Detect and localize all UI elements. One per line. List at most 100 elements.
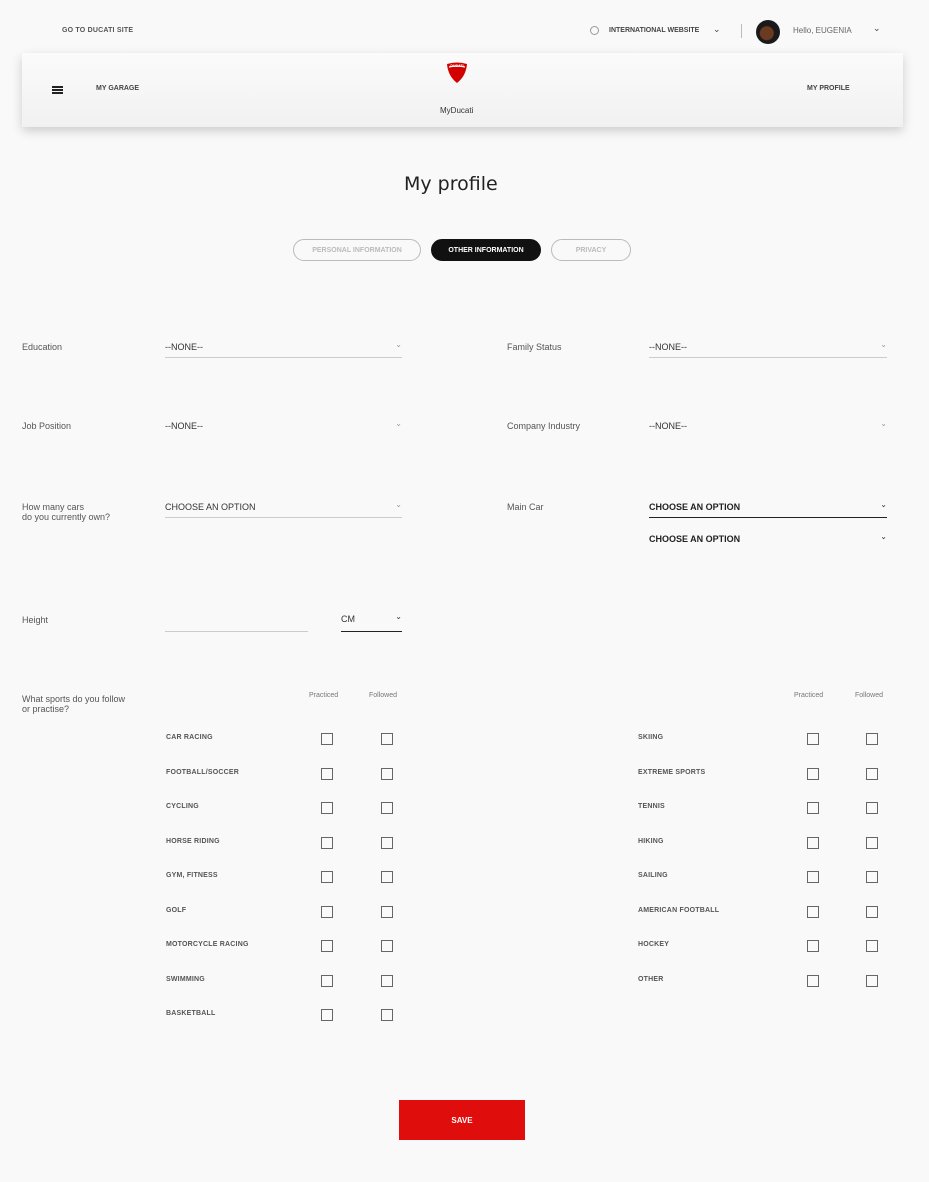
followed-checkbox[interactable] bbox=[866, 974, 878, 987]
sport-label: HOCKEY bbox=[638, 941, 670, 948]
go-to-ducati-site-link[interactable]: GO TO DUCATI SITE bbox=[62, 27, 133, 34]
family-status-select[interactable]: --NONE-- ⌄ bbox=[649, 340, 887, 358]
cars-owned-label-line2: do you currently own? bbox=[22, 512, 111, 522]
chevron-down-icon: ⌄ bbox=[880, 419, 887, 428]
practiced-checkbox[interactable] bbox=[321, 1009, 333, 1021]
tab-personal-information[interactable]: PERSONAL INFORMATION bbox=[293, 239, 421, 261]
user-greeting[interactable]: Hello, EUGENIA bbox=[793, 26, 852, 35]
cars-owned-select[interactable]: CHOOSE AN OPTION ⌄ bbox=[165, 500, 402, 518]
chevron-down-icon[interactable]: ⌄ bbox=[873, 23, 881, 34]
practiced-checkbox[interactable] bbox=[807, 836, 819, 849]
main-car-select[interactable]: CHOOSE AN OPTION ⌄ bbox=[649, 500, 887, 518]
sport-label: FOOTBALL/SOCCER bbox=[166, 768, 239, 776]
education-label: Education bbox=[22, 342, 63, 352]
main-car-value: CHOOSE AN OPTION bbox=[649, 502, 741, 512]
practiced-checkbox[interactable] bbox=[807, 802, 819, 814]
practiced-checkbox[interactable] bbox=[321, 767, 333, 780]
practiced-column-header: Practiced bbox=[794, 692, 824, 699]
company-industry-value: --NONE-- bbox=[649, 421, 687, 431]
globe-icon bbox=[590, 26, 599, 35]
sports-label-line2: or practise? bbox=[22, 704, 70, 714]
height-label: Height bbox=[22, 615, 49, 625]
education-select[interactable]: --NONE-- ⌄ bbox=[165, 340, 402, 358]
practiced-checkbox[interactable] bbox=[321, 802, 333, 814]
tab-other-information[interactable]: OTHER INFORMATION bbox=[431, 239, 541, 261]
chevron-down-icon: ⌄ bbox=[395, 500, 402, 509]
family-status-label: Family Status bbox=[507, 342, 562, 352]
height-unit-value: CM bbox=[341, 614, 355, 624]
chevron-down-icon: ⌄ bbox=[880, 340, 887, 349]
main-car-secondary-select[interactable]: CHOOSE AN OPTION ⌄ bbox=[649, 532, 887, 550]
practiced-checkbox[interactable] bbox=[807, 974, 819, 987]
save-button[interactable]: SAVE bbox=[399, 1100, 525, 1140]
chevron-down-icon: ⌄ bbox=[395, 419, 402, 428]
cars-owned-label-line1: How many cars bbox=[22, 502, 85, 512]
brand-name: MyDucati bbox=[440, 106, 474, 115]
practiced-checkbox[interactable] bbox=[321, 974, 333, 987]
practiced-checkbox[interactable] bbox=[807, 733, 819, 745]
sport-label: OTHER bbox=[638, 975, 664, 983]
height-unit-select[interactable]: CM ⌄ bbox=[341, 612, 402, 632]
page-title: My profile bbox=[404, 173, 498, 195]
job-position-select[interactable]: --NONE-- ⌄ bbox=[165, 419, 402, 437]
followed-checkbox[interactable] bbox=[866, 940, 878, 952]
family-status-value: --NONE-- bbox=[649, 342, 687, 352]
chevron-down-icon[interactable]: ⌄ bbox=[713, 24, 721, 35]
main-header: MY GARAGE DUCATI MyDucati MY PROFILE bbox=[22, 53, 903, 127]
main-car-secondary-value: CHOOSE AN OPTION bbox=[649, 534, 741, 544]
sport-label: GYM, FITNESS bbox=[166, 872, 218, 879]
followed-checkbox[interactable] bbox=[381, 1009, 393, 1021]
chevron-down-icon: ⌄ bbox=[880, 500, 887, 509]
sport-label: EXTREME SPORTS bbox=[638, 768, 706, 776]
chevron-down-icon: ⌄ bbox=[395, 612, 402, 621]
followed-checkbox[interactable] bbox=[381, 802, 393, 814]
practiced-checkbox[interactable] bbox=[807, 905, 819, 918]
height-input[interactable] bbox=[165, 616, 308, 632]
company-industry-label: Company Industry bbox=[507, 421, 581, 431]
company-industry-select[interactable]: --NONE-- ⌄ bbox=[649, 419, 887, 437]
practiced-checkbox[interactable] bbox=[807, 871, 819, 883]
my-profile-link[interactable]: MY PROFILE bbox=[807, 85, 850, 92]
topbar-divider bbox=[741, 24, 742, 38]
avatar[interactable] bbox=[756, 20, 780, 44]
sports-label: What sports do you follow or practise? bbox=[22, 694, 125, 714]
practiced-checkbox[interactable] bbox=[807, 940, 819, 952]
website-selector[interactable]: INTERNATIONAL WEBSITE bbox=[609, 27, 699, 34]
followed-checkbox[interactable] bbox=[381, 871, 393, 883]
chevron-down-icon: ⌄ bbox=[880, 532, 887, 541]
followed-checkbox[interactable] bbox=[866, 802, 878, 814]
sport-label: HORSE RIDING bbox=[166, 837, 220, 845]
job-position-value: --NONE-- bbox=[165, 421, 203, 431]
followed-column-header: Followed bbox=[369, 692, 398, 699]
ducati-logo[interactable]: DUCATI bbox=[446, 62, 468, 84]
practiced-checkbox[interactable] bbox=[807, 767, 819, 780]
followed-checkbox[interactable] bbox=[381, 905, 393, 918]
practiced-checkbox[interactable] bbox=[321, 871, 333, 883]
followed-checkbox[interactable] bbox=[381, 767, 393, 780]
menu-icon[interactable] bbox=[52, 86, 63, 94]
followed-checkbox[interactable] bbox=[381, 836, 393, 849]
followed-checkbox[interactable] bbox=[866, 836, 878, 849]
followed-checkbox[interactable] bbox=[381, 974, 393, 987]
tab-privacy[interactable]: PRIVACY bbox=[551, 239, 631, 261]
sport-label: CYCLING bbox=[166, 803, 199, 810]
followed-checkbox[interactable] bbox=[866, 767, 878, 780]
practiced-checkbox[interactable] bbox=[321, 940, 333, 952]
sport-label: TENNIS bbox=[638, 803, 665, 810]
practiced-checkbox[interactable] bbox=[321, 836, 333, 849]
main-car-label: Main Car bbox=[507, 502, 544, 512]
cars-owned-value: CHOOSE AN OPTION bbox=[165, 502, 256, 512]
followed-checkbox[interactable] bbox=[866, 905, 878, 918]
practiced-checkbox[interactable] bbox=[321, 905, 333, 918]
followed-checkbox[interactable] bbox=[866, 871, 878, 883]
followed-checkbox[interactable] bbox=[866, 733, 878, 745]
my-garage-link[interactable]: MY GARAGE bbox=[96, 85, 139, 92]
sport-label: BASKETBALL bbox=[166, 1010, 216, 1017]
logo-text: DUCATI bbox=[450, 64, 463, 68]
practiced-checkbox[interactable] bbox=[321, 733, 333, 745]
sport-label: SKIING bbox=[638, 734, 664, 741]
sports-label-line1: What sports do you follow bbox=[22, 694, 126, 704]
job-position-label: Job Position bbox=[22, 421, 72, 431]
followed-checkbox[interactable] bbox=[381, 733, 393, 745]
followed-checkbox[interactable] bbox=[381, 940, 393, 952]
